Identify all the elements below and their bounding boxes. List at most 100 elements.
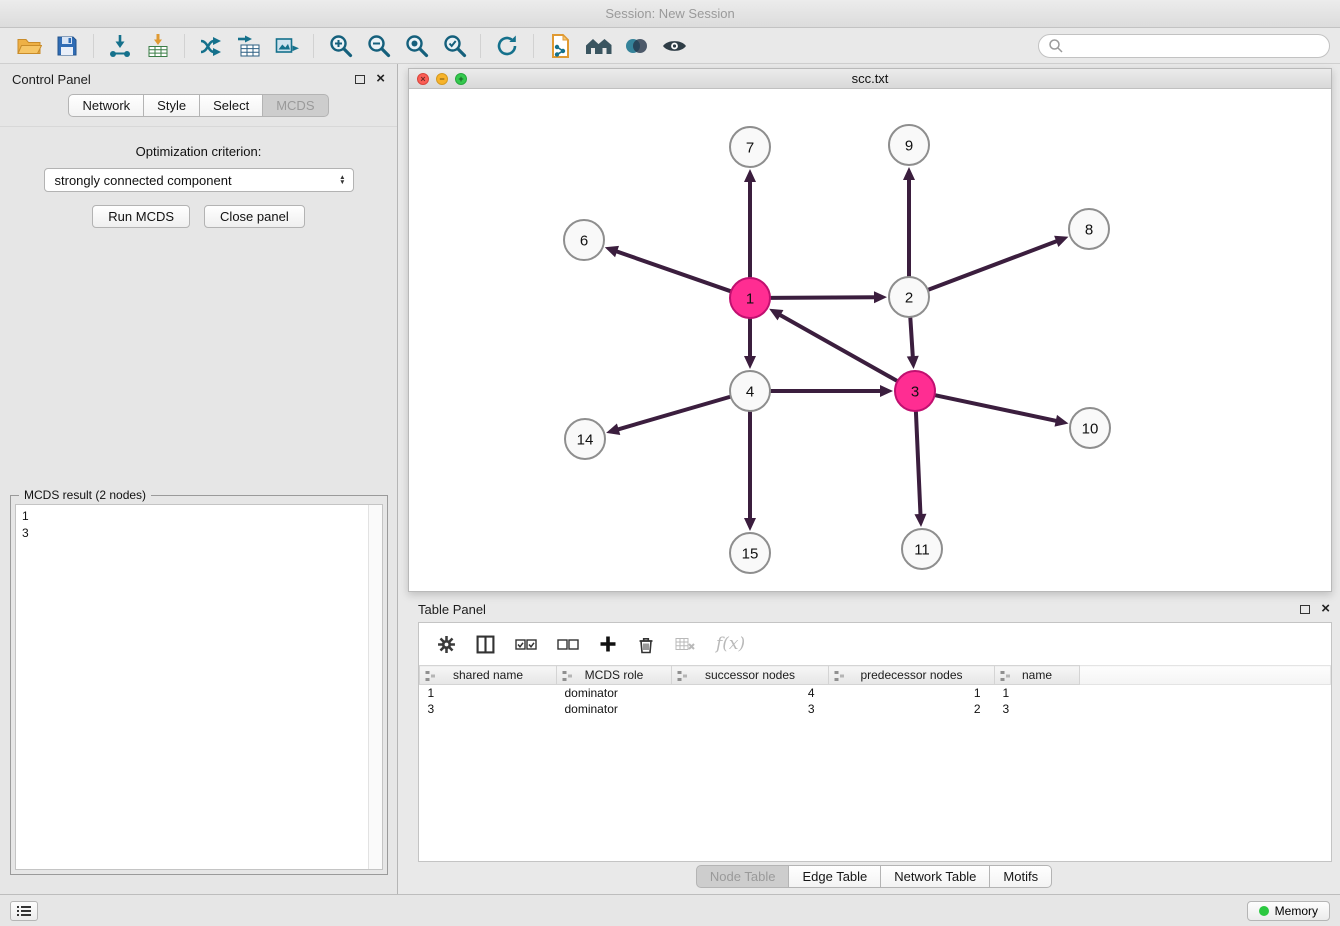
unselect-all-columns-button[interactable] — [557, 638, 579, 651]
graph-edge-2-8[interactable] — [929, 236, 1069, 290]
table-cell[interactable]: 4 — [672, 685, 829, 701]
node-table: shared nameMCDS rolesuccessor nodesprede… — [419, 665, 1331, 717]
graph-node-9[interactable]: 9 — [889, 125, 929, 165]
graph-edge-1-7[interactable] — [744, 169, 756, 277]
network-file-share-button[interactable] — [541, 30, 579, 62]
table-settings-button[interactable] — [437, 635, 456, 654]
delete-table-button[interactable] — [675, 637, 696, 652]
float-panel-icon[interactable] — [1300, 605, 1310, 614]
control-panel-title: Control Panel — [12, 72, 91, 87]
mcds-result-list[interactable]: 13 — [15, 504, 383, 870]
show-columns-button[interactable] — [476, 635, 495, 654]
graph-edge-4-15[interactable] — [744, 412, 756, 531]
graph-edge-2-9[interactable] — [903, 167, 915, 276]
table-panel: Table Panel × f(x) shared nameMCDS roles… — [408, 598, 1340, 888]
control-tab-network[interactable]: Network — [68, 94, 144, 117]
mcds-result-box: MCDS result (2 nodes) 13 — [10, 495, 388, 875]
window-title: Session: New Session — [605, 6, 734, 21]
zoom-out-button[interactable] — [359, 30, 397, 62]
float-panel-icon[interactable] — [355, 75, 365, 84]
select-all-columns-button[interactable] — [515, 638, 537, 651]
close-panel-button[interactable]: Close panel — [204, 205, 305, 228]
node-label: 8 — [1085, 222, 1093, 239]
table-cell[interactable]: 1 — [420, 685, 557, 701]
graph-edge-4-3[interactable] — [771, 385, 893, 397]
graph-node-2[interactable]: 2 — [889, 277, 929, 317]
minimize-window-icon[interactable]: − — [436, 73, 448, 85]
table-cell[interactable]: 1 — [995, 685, 1080, 701]
table-cell[interactable]: 3 — [420, 701, 557, 717]
scrollbar[interactable] — [368, 505, 382, 869]
table-cell[interactable]: 1 — [829, 685, 995, 701]
maximize-window-icon[interactable]: + — [455, 73, 467, 85]
table-row[interactable]: 1dominator411 — [420, 685, 1331, 701]
graph-edge-3-10[interactable] — [936, 395, 1069, 426]
venn-merge-button[interactable] — [617, 30, 655, 62]
column-header-mcds-role[interactable]: MCDS role — [557, 666, 672, 685]
graph-node-15[interactable]: 15 — [730, 533, 770, 573]
show-hide-graphics-button[interactable] — [655, 30, 693, 62]
function-builder-button[interactable]: f(x) — [716, 634, 745, 654]
zoom-fit-button[interactable] — [397, 30, 435, 62]
table-cell[interactable]: 3 — [672, 701, 829, 717]
close-window-icon[interactable]: × — [417, 73, 429, 85]
refresh-layout-button[interactable] — [488, 30, 526, 62]
graph-node-1[interactable]: 1 — [730, 278, 770, 318]
task-history-button[interactable] — [10, 901, 38, 921]
graph-edge-2-3[interactable] — [907, 318, 919, 369]
close-panel-icon[interactable]: × — [1321, 603, 1330, 615]
search-field[interactable] — [1038, 34, 1330, 58]
search-input[interactable] — [1069, 38, 1320, 53]
run-mcds-button[interactable]: Run MCDS — [92, 205, 190, 228]
column-header-shared-name[interactable]: shared name — [420, 666, 557, 685]
control-tab-style[interactable]: Style — [144, 94, 200, 117]
table-tab-motifs[interactable]: Motifs — [990, 865, 1052, 888]
network-canvas[interactable]: 7 9 6 8 1 2 4 3 14 10 15 11 — [409, 89, 1331, 591]
network-window-titlebar[interactable]: × − + scc.txt — [409, 69, 1331, 89]
graph-node-4[interactable]: 4 — [730, 371, 770, 411]
graph-edge-1-2[interactable] — [771, 291, 887, 303]
table-cell[interactable]: dominator — [557, 701, 672, 717]
control-tab-select[interactable]: Select — [200, 94, 263, 117]
column-header-name[interactable]: name — [995, 666, 1080, 685]
graph-node-14[interactable]: 14 — [565, 419, 605, 459]
zoom-selected-button[interactable] — [435, 30, 473, 62]
export-image-button[interactable] — [268, 30, 306, 62]
graph-edge-4-14[interactable] — [606, 397, 730, 435]
save-session-button[interactable] — [48, 30, 86, 62]
import-network-from-file-button[interactable] — [101, 30, 139, 62]
graph-node-3[interactable]: 3 — [895, 371, 935, 411]
graph-node-6[interactable]: 6 — [564, 220, 604, 260]
table-cell[interactable]: 3 — [995, 701, 1080, 717]
graph-node-7[interactable]: 7 — [730, 127, 770, 167]
toolbar-separator — [313, 34, 314, 58]
graph-node-8[interactable]: 8 — [1069, 209, 1109, 249]
open-session-button[interactable] — [10, 30, 48, 62]
column-header-predecessor-nodes[interactable]: predecessor nodes — [829, 666, 995, 685]
table-tab-edge-table[interactable]: Edge Table — [789, 865, 881, 888]
delete-column-button[interactable] — [637, 635, 655, 654]
table-row[interactable]: 3dominator323 — [420, 701, 1331, 717]
graph-edge-3-1[interactable] — [769, 309, 897, 381]
import-table-from-file-button[interactable] — [139, 30, 177, 62]
close-panel-icon[interactable]: × — [376, 73, 385, 85]
memory-button[interactable]: Memory — [1247, 901, 1330, 921]
criterion-dropdown[interactable]: strongly connected component ▲▼ — [44, 168, 354, 192]
graph-edge-1-6[interactable] — [605, 246, 730, 291]
graph-edge-3-11[interactable] — [914, 412, 926, 527]
table-cell[interactable]: dominator — [557, 685, 672, 701]
table-tab-network-table[interactable]: Network Table — [881, 865, 990, 888]
table-cell[interactable]: 2 — [829, 701, 995, 717]
sort-icon — [677, 670, 688, 685]
graph-edge-1-4[interactable] — [744, 319, 756, 369]
zoom-in-button[interactable] — [321, 30, 359, 62]
table-tab-node-table[interactable]: Node Table — [696, 865, 790, 888]
graph-node-10[interactable]: 10 — [1070, 408, 1110, 448]
control-tab-mcds[interactable]: MCDS — [263, 94, 328, 117]
create-column-button[interactable] — [599, 635, 617, 653]
column-header-successor-nodes[interactable]: successor nodes — [672, 666, 829, 685]
new-network-table-button[interactable] — [230, 30, 268, 62]
home-layout-button[interactable] — [579, 30, 617, 62]
new-network-button[interactable] — [192, 30, 230, 62]
graph-node-11[interactable]: 11 — [902, 529, 942, 569]
